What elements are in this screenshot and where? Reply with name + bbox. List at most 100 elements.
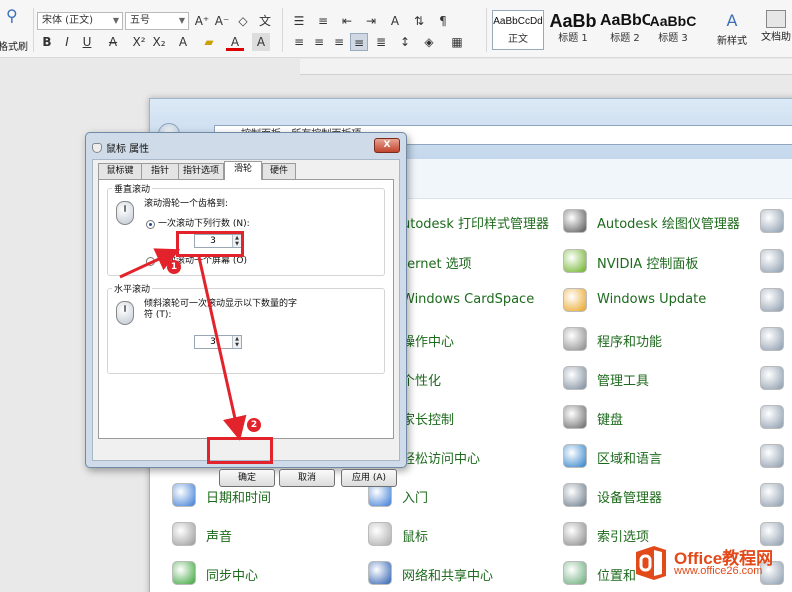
cp-item-icon[interactable] xyxy=(760,366,784,390)
style-3[interactable]: AaBbC 标题 2 xyxy=(600,10,650,50)
phonetic-icon[interactable]: 文 xyxy=(256,12,274,30)
device-manager-icon xyxy=(563,483,587,507)
style-sample: AaBb xyxy=(549,11,597,31)
shading-icon[interactable]: ◈ xyxy=(420,33,438,51)
font-size-combo[interactable]: 五号 ▼ xyxy=(125,12,189,30)
text-effect-icon[interactable]: A xyxy=(174,33,192,51)
superscript-icon[interactable]: X² xyxy=(130,33,148,51)
cp-item[interactable]: 设备管理器 xyxy=(563,479,753,511)
cp-item-label: ternet 选项 xyxy=(402,257,472,272)
cp-item[interactable]: 管理工具 xyxy=(563,362,753,394)
chars-spinbox[interactable]: ▲▼ xyxy=(194,335,242,349)
cp-item-label: 键盘 xyxy=(597,413,624,428)
option-scroll-lines-label: 一次滚动下列行数 (N): xyxy=(158,219,250,229)
cp-item[interactable]: Windows Update xyxy=(563,284,753,316)
grow-font-icon[interactable]: A⁺ xyxy=(193,12,211,30)
cancel-button[interactable]: 取消 xyxy=(279,469,335,487)
ok-button[interactable]: 确定 xyxy=(219,469,275,487)
tab-buttons[interactable]: 鼠标键 xyxy=(98,163,142,179)
radio-scroll-screen[interactable] xyxy=(146,257,155,266)
brush-icon: ⚲ xyxy=(6,6,18,25)
cp-item-icon[interactable] xyxy=(760,444,784,468)
cp-item-icon[interactable] xyxy=(760,405,784,429)
mouse-icon xyxy=(368,522,392,546)
strikethrough-icon[interactable]: A xyxy=(104,33,122,51)
wheel-tab-panel: 垂直滚动 滚动滑轮一个齿格到: 一次滚动下列行数 (N): ▲▼ 一次滚动一个屏… xyxy=(98,179,394,439)
char-shading-icon[interactable]: A xyxy=(252,33,270,51)
font-color-icon[interactable]: A xyxy=(226,33,244,51)
text-tools-icon xyxy=(766,10,786,28)
cp-item-icon[interactable] xyxy=(760,209,784,233)
mouse-properties-dialog: 鼠标 属性 X 鼠标键 指针 指针选项 滑轮 硬件 垂直滚动 滚动滑轮一个齿格到… xyxy=(85,132,407,487)
cp-item[interactable]: 同步中心 xyxy=(172,557,362,589)
cp-item-label: 程序和功能 xyxy=(597,335,663,350)
close-button[interactable]: X xyxy=(374,138,400,153)
cp-item[interactable]: 区域和语言 xyxy=(563,440,753,472)
justify-icon[interactable]: ≡ xyxy=(350,33,368,51)
horizontal-scroll-group: 水平滚动 倾斜滚轮可一次滚动显示以下数量的字 符 (T): ▲▼ xyxy=(107,282,385,374)
align-center-icon[interactable]: ≡ xyxy=(310,33,328,51)
office-logo-icon xyxy=(636,546,666,580)
step-badge-2: 2 xyxy=(247,418,261,432)
chevron-down-icon: ▼ xyxy=(178,16,185,25)
tab-pointer-options[interactable]: 指针选项 xyxy=(178,163,224,179)
style-1[interactable]: AaBbCcDd 正文 xyxy=(492,10,544,50)
new-style-button[interactable]: A 新样式 xyxy=(712,10,752,50)
chinese-layout-icon[interactable]: A xyxy=(386,12,404,30)
mouse-wheel-icon xyxy=(116,201,134,225)
sort-icon[interactable]: ⇅ xyxy=(410,12,428,30)
align-right-icon[interactable]: ≡ xyxy=(330,33,348,51)
spin-arrows-icon[interactable]: ▲ ▼ xyxy=(232,336,241,348)
cp-item-icon[interactable] xyxy=(760,483,784,507)
tab-wheel[interactable]: 滑轮 xyxy=(224,161,262,180)
apply-button[interactable]: 应用 (A) xyxy=(341,469,397,487)
numbering-icon[interactable]: ≡ xyxy=(314,12,332,30)
cp-item-label: 轻松访问中心 xyxy=(402,452,481,467)
clear-format-icon[interactable]: ◇ xyxy=(234,12,252,30)
cp-item[interactable]: 声音 xyxy=(172,518,362,550)
cp-item[interactable]: NVIDIA 控制面板 xyxy=(563,245,753,277)
cp-item-icon[interactable] xyxy=(760,249,784,273)
speaker-icon xyxy=(172,522,196,546)
cp-item[interactable]: Autodesk 绘图仪管理器 xyxy=(563,205,753,237)
borders-icon[interactable]: ▦ xyxy=(448,33,466,51)
style-4[interactable]: AaBbC 标题 3 xyxy=(648,10,698,50)
format-painter-button[interactable]: ⚲ 格式刷 xyxy=(0,4,30,53)
cp-item-icon[interactable] xyxy=(760,327,784,351)
style-sample: AaBbCcDd xyxy=(493,16,543,27)
highlight-lines-input xyxy=(176,231,244,257)
italic-icon[interactable]: I xyxy=(58,33,76,51)
cp-item[interactable]: 鼠标 xyxy=(368,518,558,550)
cp-item-label: 入门 xyxy=(402,491,429,506)
align-left-icon[interactable]: ≡ xyxy=(290,33,308,51)
font-name-combo[interactable]: 宋体 (正文) ▼ xyxy=(37,12,123,30)
shrink-font-icon[interactable]: A⁻ xyxy=(213,12,231,30)
vertical-scroll-group: 垂直滚动 滚动滑轮一个齿格到: 一次滚动下列行数 (N): ▲▼ 一次滚动一个屏… xyxy=(107,182,385,276)
watermark: Office教程网 www.office26.com xyxy=(628,540,792,588)
cp-item[interactable]: 程序和功能 xyxy=(563,323,753,355)
programs-icon xyxy=(563,327,587,351)
text-tools-button[interactable]: 文档助 xyxy=(760,10,792,50)
line-spacing-icon[interactable]: ↕ xyxy=(396,33,414,51)
show-marks-icon[interactable]: ¶ xyxy=(434,12,452,30)
tab-pointers[interactable]: 指针 xyxy=(141,163,179,179)
highlight-icon[interactable]: ▰ xyxy=(200,33,218,51)
bold-icon[interactable]: B xyxy=(38,33,56,51)
cp-item[interactable]: 键盘 xyxy=(563,401,753,433)
subscript-icon[interactable]: X₂ xyxy=(150,33,168,51)
tab-hardware[interactable]: 硬件 xyxy=(262,163,296,179)
horizontal-scroll-title: 水平滚动 xyxy=(112,282,153,295)
horizontal-scroll-desc-2: 符 (T): xyxy=(144,310,172,320)
decrease-indent-icon[interactable]: ⇤ xyxy=(338,12,356,30)
cp-item-icon[interactable] xyxy=(760,288,784,312)
increase-indent-icon[interactable]: ⇥ xyxy=(362,12,380,30)
style-2[interactable]: AaBb 标题 1 xyxy=(548,10,598,50)
distribute-icon[interactable]: ≣ xyxy=(372,33,390,51)
bullets-icon[interactable]: ☰ xyxy=(290,12,308,30)
underline-icon[interactable]: U xyxy=(78,33,96,51)
radio-scroll-lines[interactable] xyxy=(146,220,155,229)
style-label: 标题 3 xyxy=(658,33,688,44)
style-label: 标题 2 xyxy=(610,33,640,44)
cp-item-label: 家长控制 xyxy=(402,413,455,428)
cp-item[interactable]: 网络和共享中心 xyxy=(368,557,558,589)
